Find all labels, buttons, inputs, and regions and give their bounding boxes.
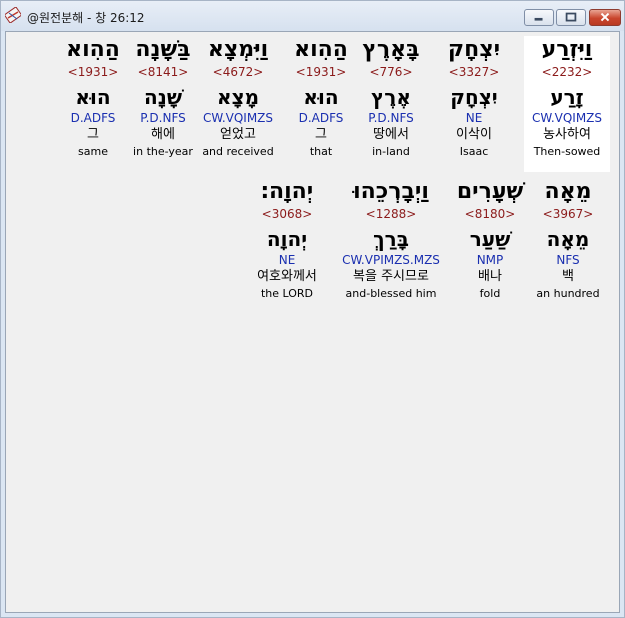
lemma: יְהוָה	[266, 227, 308, 251]
morphology: NE	[278, 253, 296, 267]
interlinear-panel[interactable]: וַיִּזְרַע <2232> זָרַע CW.VQIMZS 농사하여 T…	[5, 31, 620, 613]
hebrew-word: וַיְבָרְכֵהוּ	[353, 179, 429, 204]
korean-gloss: 얻었고	[220, 127, 256, 142]
word-cell[interactable]: יְהוָה׃ <3068> יְהוָה NE 여호와께서 the LORD	[244, 178, 330, 301]
window-title: @원전분해 - 창 26:12	[27, 11, 145, 25]
word-cell[interactable]: יִצְחָק <3327> יִצְחָק NE 이삭이 Isaac	[431, 36, 517, 159]
strong-number: <4672>	[212, 65, 264, 79]
lemma: יִצְחָק	[450, 85, 498, 109]
korean-gloss: 여호와께서	[257, 269, 317, 284]
korean-gloss: 백	[562, 269, 574, 284]
lemma: הוּא	[75, 85, 111, 109]
lemma: זָרַע	[550, 85, 584, 109]
strong-number: <3068>	[261, 207, 313, 221]
english-gloss: and-blessed him	[345, 287, 437, 300]
lemma: שַׁעַר	[469, 227, 511, 251]
morphology: CW.VQIMZS	[202, 111, 274, 125]
lemma: הוּא	[303, 85, 339, 109]
strong-number: <2232>	[541, 65, 593, 79]
word-cell[interactable]: וַיִּמְצָא <4672> מָצָא CW.VQIMZS 얻었고 an…	[195, 36, 281, 159]
morphology: CW.VQIMZS	[531, 111, 603, 125]
morphology: D.ADFS	[70, 111, 116, 125]
word-cell[interactable]: וַיִּזְרַע <2232> זָרַע CW.VQIMZS 농사하여 T…	[524, 36, 610, 172]
hebrew-word: מֵאָה	[544, 179, 592, 204]
strong-number: <8180>	[464, 207, 516, 221]
hebrew-word: יְהוָה׃	[260, 179, 314, 204]
minimize-button[interactable]	[524, 9, 554, 26]
korean-gloss: 복을 주시므로	[353, 269, 429, 284]
lemma: מָצָא	[216, 85, 260, 109]
strong-number: <3967>	[542, 207, 594, 221]
hebrew-word: וַיִּמְצָא	[207, 37, 269, 62]
maximize-button[interactable]	[556, 9, 586, 26]
maximize-icon	[565, 12, 577, 22]
word-cell[interactable]: הַהִוא <1931> הוּא D.ADFS 그 same	[50, 36, 136, 159]
english-gloss: Then-sowed	[533, 145, 601, 158]
hebrew-word: הַהִוא	[294, 37, 348, 62]
word-cell[interactable]: וַיְבָרְכֵהוּ <1288> בָּרַךְ CW.VPIMZS.M…	[338, 178, 444, 301]
title-bar[interactable]: @원전분해 - 창 26:12	[1, 1, 624, 31]
lemma: בָּרַךְ	[373, 227, 409, 251]
hebrew-word: שְׁעָרִים	[456, 179, 524, 204]
strong-number: <3327>	[448, 65, 500, 79]
korean-gloss: 그	[315, 127, 327, 142]
close-icon	[600, 12, 610, 22]
morphology: CW.VPIMZS.MZS	[342, 253, 440, 267]
word-cell[interactable]: שְׁעָרִים <8180> שַׁעַר NMP 배나 fold	[447, 178, 533, 301]
word-cell[interactable]: הַהִוא <1931> הוּא D.ADFS 그 that	[278, 36, 364, 159]
hebrew-word: יִצְחָק	[447, 37, 501, 62]
morphology: D.ADFS	[298, 111, 344, 125]
korean-gloss: 배나	[478, 269, 502, 284]
word-cell[interactable]: מֵאָה <3967> מֵאָה NFS 백 an hundred	[525, 178, 611, 301]
lemma: מֵאָה	[546, 227, 590, 251]
hebrew-word: וַיִּזְרַע	[541, 37, 593, 62]
close-button[interactable]	[589, 9, 621, 26]
morphology: NFS	[556, 253, 580, 267]
morphology: NMP	[476, 253, 504, 267]
hebrew-word: הַהִוא	[66, 37, 120, 62]
english-gloss: Isaac	[459, 145, 489, 158]
english-gloss: an hundred	[536, 287, 600, 300]
english-gloss: and received	[202, 145, 274, 158]
morphology: NE	[465, 111, 483, 125]
app-icon[interactable]	[5, 7, 21, 23]
strong-number: <1931>	[67, 65, 119, 79]
app-window: @원전분해 - 창 26:12 וַיִּזְרַע <2232> זָרַע …	[0, 0, 625, 618]
korean-gloss: 그	[87, 127, 99, 142]
minimize-icon	[534, 17, 543, 21]
english-gloss: same	[78, 145, 108, 158]
english-gloss: fold	[479, 287, 501, 300]
english-gloss: that	[309, 145, 333, 158]
strong-number: <1288>	[365, 207, 417, 221]
strong-number: <1931>	[295, 65, 347, 79]
korean-gloss: 농사하여	[543, 127, 591, 142]
korean-gloss: 이삭이	[456, 127, 492, 142]
english-gloss: the LORD	[260, 287, 314, 300]
